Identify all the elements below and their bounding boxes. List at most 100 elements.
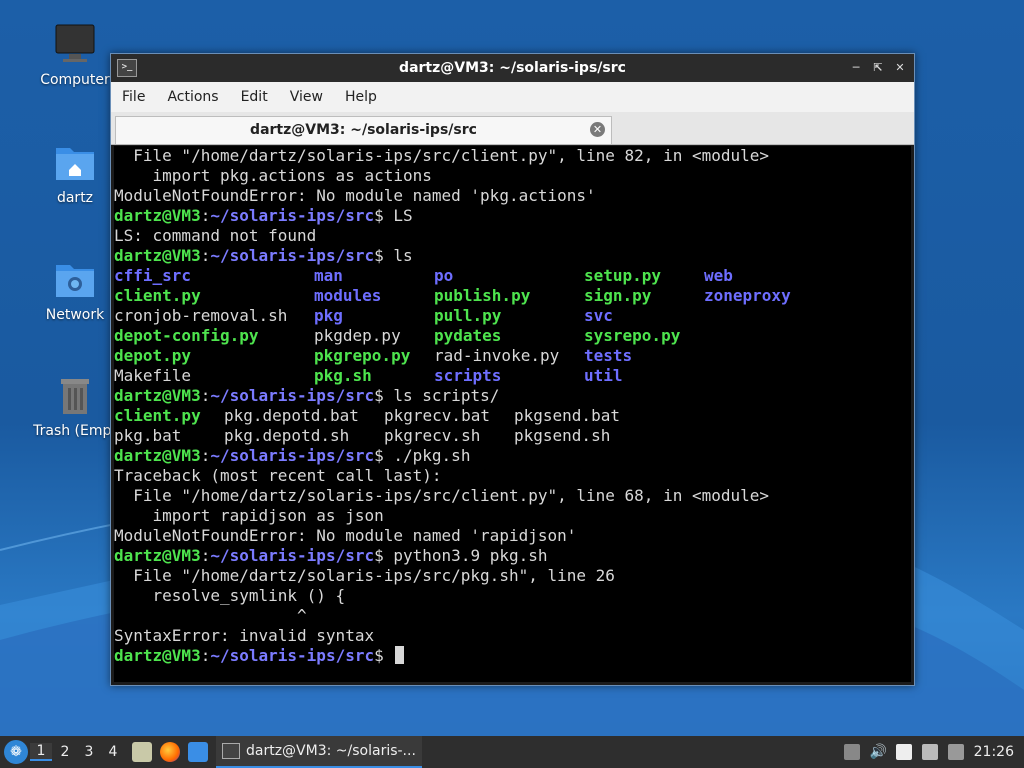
- prompt-path: ~/solaris-ips/src: [210, 206, 375, 225]
- file-manager-icon[interactable]: [132, 742, 152, 762]
- volume-icon[interactable]: 🔊: [870, 744, 887, 760]
- prompt-symbol: $: [374, 386, 384, 405]
- ls-entry: pydates: [434, 326, 502, 345]
- tab-close-icon[interactable]: ✕: [590, 122, 605, 137]
- tab-bar: dartz@VM3: ~/solaris-ips/src ✕: [111, 112, 914, 145]
- prompt-user: dartz@VM3: [114, 646, 201, 665]
- menu-file[interactable]: File: [111, 89, 156, 105]
- text-cursor: [395, 646, 405, 664]
- update-notifier-icon[interactable]: [947, 744, 964, 760]
- ls-entry: setup.py: [584, 266, 662, 285]
- menu-view[interactable]: View: [279, 89, 334, 105]
- terminal-icon: >_: [117, 59, 137, 77]
- prompt-symbol: $: [374, 446, 384, 465]
- workspace-4[interactable]: 4: [102, 744, 124, 760]
- prompt-symbol: $: [374, 546, 384, 565]
- command-text: ./pkg.sh: [383, 446, 471, 465]
- firefox-icon[interactable]: [160, 742, 180, 762]
- window-title: dartz@VM3: ~/solaris-ips/src: [399, 60, 626, 76]
- ls-entry: Makefile: [114, 366, 192, 385]
- menu-edit[interactable]: Edit: [230, 89, 279, 105]
- terminal-line: resolve_symlink () {: [114, 586, 346, 605]
- tab-terminal[interactable]: dartz@VM3: ~/solaris-ips/src ✕: [115, 116, 612, 144]
- terminal-line: File "/home/dartz/solaris-ips/src/pkg.sh…: [114, 566, 615, 585]
- window-titlebar[interactable]: >_ dartz@VM3: ~/solaris-ips/src ─ ⇱ ✕: [111, 54, 914, 82]
- ls-entry: zoneproxy: [704, 286, 791, 305]
- prompt-symbol: $: [374, 206, 384, 225]
- prompt-path: ~/solaris-ips/src: [210, 646, 375, 665]
- ls-entry: modules: [314, 286, 382, 305]
- network-folder-icon: [53, 257, 97, 301]
- discover-notifier-icon[interactable]: [843, 744, 860, 760]
- terminal-output[interactable]: File "/home/dartz/solaris-ips/src/client…: [114, 146, 911, 682]
- prompt-line: dartz@VM3:~/solaris-ips/src$ python3.9 p…: [114, 546, 548, 565]
- clipboard-icon[interactable]: [895, 744, 912, 760]
- ls-entry: pkgsend.sh: [514, 426, 611, 445]
- taskbar-item-terminal[interactable]: dartz@VM3: ~/solaris-...: [216, 736, 422, 768]
- prompt-line: dartz@VM3:~/solaris-ips/src$: [114, 646, 911, 666]
- taskbar: ❁ 1 2 3 4 dartz@VM3: ~/solaris-... 🔊 21:…: [0, 736, 1024, 768]
- ls-entry: pkg.depotd.bat: [224, 406, 359, 425]
- ls-entry: man: [314, 266, 343, 285]
- ls-entry: cronjob-removal.sh: [114, 306, 288, 325]
- prompt-line: dartz@VM3:~/solaris-ips/src$ ls: [114, 246, 413, 265]
- ls-entry: tests: [584, 346, 633, 365]
- command-text: ls: [383, 246, 413, 265]
- close-icon[interactable]: ✕: [892, 60, 908, 76]
- prompt-path: ~/solaris-ips/src: [210, 386, 375, 405]
- ls-entry: web: [704, 266, 733, 285]
- ls-entry: publish.py: [434, 286, 531, 305]
- system-tray: 🔊 21:26: [843, 744, 1014, 760]
- ls-entry: pull.py: [434, 306, 502, 325]
- workspace-3[interactable]: 3: [78, 744, 100, 760]
- show-desktop-icon[interactable]: [188, 742, 208, 762]
- terminal-icon: [222, 743, 240, 759]
- workspace-1[interactable]: 1: [30, 743, 52, 761]
- prompt-symbol: $: [374, 646, 384, 665]
- workspace-2[interactable]: 2: [54, 744, 76, 760]
- home-folder-icon: [53, 140, 97, 184]
- network-icon[interactable]: [921, 744, 938, 760]
- ls-entry: pkgrecv.bat: [384, 406, 490, 425]
- terminal-window: >_ dartz@VM3: ~/solaris-ips/src ─ ⇱ ✕ Fi…: [110, 53, 915, 686]
- terminal-line: import pkg.actions as actions: [114, 166, 432, 185]
- prompt-symbol: $: [374, 246, 384, 265]
- ls-entry: pkg.depotd.sh: [224, 426, 350, 445]
- menu-help[interactable]: Help: [334, 89, 388, 105]
- prompt-line: dartz@VM3:~/solaris-ips/src$ ls scripts/: [114, 386, 500, 405]
- clock[interactable]: 21:26: [974, 744, 1014, 760]
- terminal-line: LS: command not found: [114, 226, 317, 245]
- ls-entry: rad-invoke.py: [434, 346, 560, 365]
- terminal-line: File "/home/dartz/solaris-ips/src/client…: [114, 146, 770, 165]
- ls-entry: pkgrepo.py: [314, 346, 411, 365]
- menu-actions[interactable]: Actions: [156, 89, 229, 105]
- prompt-user: dartz@VM3: [114, 246, 201, 265]
- prompt-user: dartz@VM3: [114, 386, 201, 405]
- terminal-line: File "/home/dartz/solaris-ips/src/client…: [114, 486, 770, 505]
- prompt-line: dartz@VM3:~/solaris-ips/src$ ./pkg.sh: [114, 446, 471, 465]
- prompt-path: ~/solaris-ips/src: [210, 246, 375, 265]
- minimize-icon[interactable]: ─: [848, 60, 864, 76]
- prompt-path: ~/solaris-ips/src: [210, 546, 375, 565]
- terminal-line: ModuleNotFoundError: No module named 'ra…: [114, 526, 577, 545]
- ls-entry: util: [584, 366, 623, 385]
- scripts-listing: client.py pkg.bat pkg.depotd.bat pkg.dep…: [114, 406, 911, 446]
- command-text: ls scripts/: [383, 386, 500, 405]
- ls-entry: client.py: [114, 406, 201, 425]
- command-text: python3.9 pkg.sh: [383, 546, 548, 565]
- ls-entry: depot-config.py: [114, 326, 259, 345]
- ls-entry: depot.py: [114, 346, 192, 365]
- computer-icon: [53, 22, 97, 66]
- command-text: LS: [383, 206, 413, 225]
- ls-listing: cffi_src client.py cronjob-removal.sh de…: [114, 266, 911, 386]
- prompt-path: ~/solaris-ips/src: [210, 446, 375, 465]
- trash-icon: [53, 373, 97, 417]
- terminal-line: import rapidjson as json: [114, 506, 384, 525]
- terminal-line: Traceback (most recent call last):: [114, 466, 442, 485]
- start-menu-icon[interactable]: ❁: [4, 740, 28, 764]
- maximize-icon[interactable]: ⇱: [870, 60, 886, 76]
- ls-entry: sysrepo.py: [584, 326, 681, 345]
- ls-entry: po: [434, 266, 454, 285]
- tab-label: dartz@VM3: ~/solaris-ips/src: [250, 122, 477, 138]
- ls-entry: pkg: [314, 306, 343, 325]
